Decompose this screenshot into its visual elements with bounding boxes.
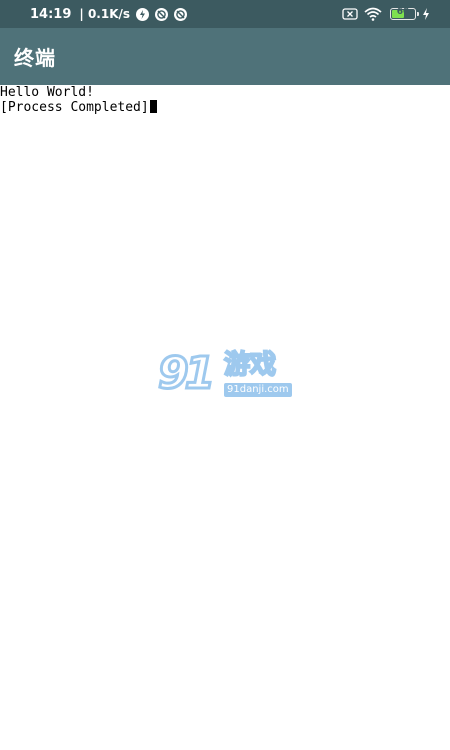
- terminal-line-text: [Process Completed]: [0, 100, 149, 115]
- watermark-number: 91: [156, 347, 216, 401]
- terminal-line: [Process Completed]: [0, 100, 450, 115]
- status-bar-right: 60: [342, 7, 430, 21]
- status-bar: 14:19 | 0.1K/s 60: [0, 0, 450, 28]
- watermark-domain: 91danji.com: [224, 383, 292, 397]
- app-bar: 终端: [0, 28, 450, 85]
- terminal-line: Hello World!: [0, 85, 94, 100]
- terminal-output[interactable]: Hello World! [Process Completed]: [0, 85, 450, 750]
- network-speed: | 0.1K/s: [79, 7, 131, 21]
- sync-icon: [174, 7, 188, 21]
- watermark-logo: 91 游戏 91danji.com: [156, 347, 292, 404]
- battery-level: 60: [396, 7, 410, 17]
- app-title: 终端: [14, 46, 56, 70]
- sync-icon: [155, 7, 169, 21]
- watermark-text: 游戏: [223, 349, 277, 381]
- status-time: 14:19: [30, 6, 72, 22]
- battery-icon: 60: [390, 7, 419, 20]
- lightning-icon: [136, 7, 150, 21]
- terminal-cursor: [149, 100, 157, 113]
- status-bar-left: 14:19 | 0.1K/s: [30, 6, 188, 22]
- sim-off-icon: [342, 8, 358, 20]
- wifi-icon: [364, 7, 382, 21]
- charging-bolt-icon: [423, 8, 429, 20]
- battery-tip: [417, 12, 419, 16]
